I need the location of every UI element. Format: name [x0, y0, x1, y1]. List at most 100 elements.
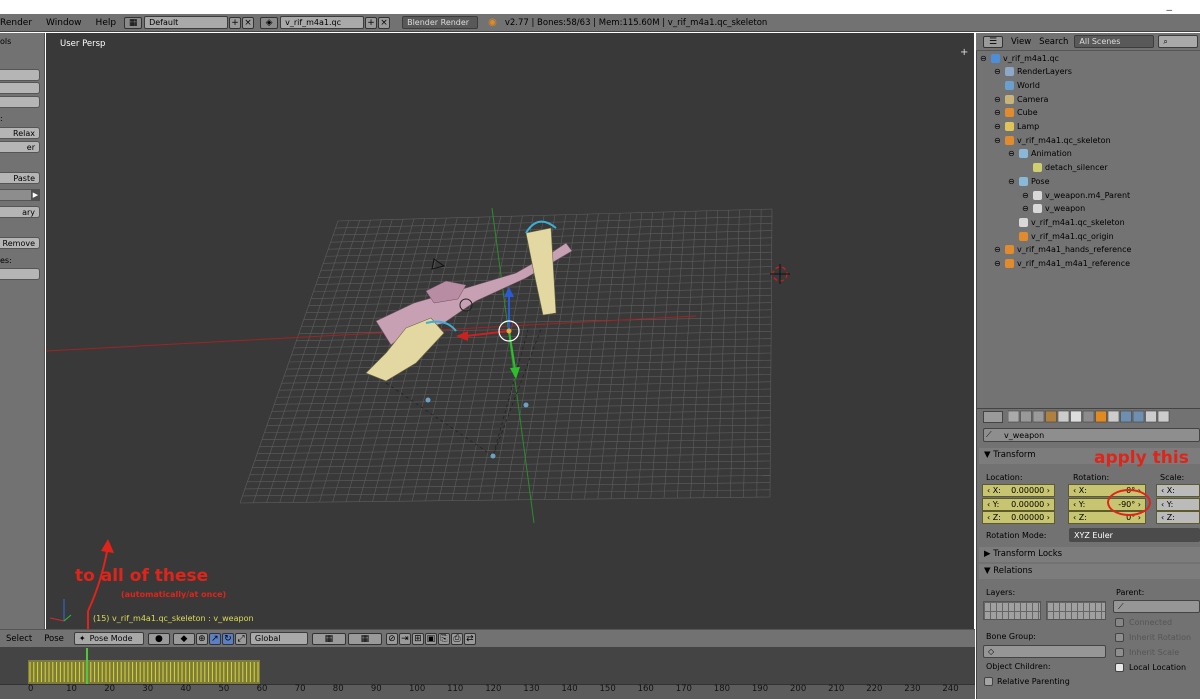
- expand-icon[interactable]: ⊖: [980, 54, 988, 63]
- location-y-field[interactable]: ‹ Y: 0.00000 ›: [982, 497, 1055, 511]
- paste-pose-icon[interactable]: ⎙: [450, 632, 463, 645]
- copy-pose-icon[interactable]: ⎘: [437, 632, 450, 645]
- orientation-select[interactable]: Global: [249, 632, 308, 645]
- timeline-tick: 210: [828, 684, 845, 694]
- relax-button[interactable]: Relax: [0, 127, 40, 139]
- shelf-button[interactable]: [0, 69, 40, 81]
- editor-type-icon[interactable]: [983, 411, 1003, 423]
- scale-icon[interactable]: ⤢: [234, 632, 247, 645]
- tool-shelf-tab[interactable]: ols: [0, 37, 11, 46]
- bone-layers-grid[interactable]: [983, 601, 1041, 620]
- move-icon[interactable]: ↗: [208, 632, 221, 645]
- paste-button[interactable]: Paste: [0, 172, 40, 184]
- viewport-plus-icon[interactable]: +: [960, 47, 968, 58]
- shading-icon[interactable]: ●: [147, 632, 170, 645]
- outliner-row[interactable]: ⊖ Lamp: [994, 121, 1039, 133]
- search-icon[interactable]: ⌕: [1158, 35, 1199, 48]
- expand-icon[interactable]: ⊖: [994, 67, 1002, 76]
- menu-search[interactable]: Search: [1039, 37, 1068, 47]
- rotate-icon[interactable]: ↻: [221, 632, 234, 645]
- layout-field[interactable]: Default: [144, 16, 229, 29]
- lock-icon[interactable]: ⊘: [385, 632, 398, 645]
- render-engine-select[interactable]: Blender Render: [402, 16, 479, 29]
- play-arrow-icon[interactable]: ▶: [31, 189, 40, 201]
- outliner-row[interactable]: ⊖ v_weapon.m4_Parent: [1022, 189, 1130, 201]
- bone-group-field[interactable]: ◇: [983, 645, 1106, 658]
- scale-y-field[interactable]: ‹ Y:: [1156, 497, 1200, 511]
- local-location-checkbox[interactable]: [1115, 663, 1124, 672]
- outliner-row[interactable]: World: [994, 79, 1040, 91]
- mode-select[interactable]: ✦ Pose Mode: [73, 632, 144, 645]
- expand-icon[interactable]: ⊖: [1022, 204, 1030, 213]
- outliner-row[interactable]: ⊖ RenderLayers: [994, 66, 1072, 78]
- expand-icon[interactable]: ⊖: [1008, 177, 1016, 186]
- expand-icon[interactable]: ⊖: [1022, 191, 1030, 200]
- minimize-icon[interactable]: _: [1167, 0, 1173, 11]
- shelf-button[interactable]: ary: [0, 206, 40, 218]
- outliner-row[interactable]: v_rif_m4a1.qc_origin: [1008, 230, 1114, 242]
- remove-button[interactable]: Remove: [0, 237, 40, 249]
- shelf-button[interactable]: er: [0, 141, 40, 153]
- inherit-rotation-checkbox[interactable]: [1115, 633, 1124, 642]
- 3d-viewport[interactable]: User Persp (15) v_rif_m4a1.qc_skeleton :…: [46, 33, 974, 629]
- menu-select[interactable]: Select: [0, 634, 38, 644]
- expand-icon[interactable]: ⊖: [994, 245, 1002, 254]
- menu-view[interactable]: View: [1011, 37, 1031, 47]
- display-mode-select[interactable]: All Scenes: [1074, 35, 1155, 48]
- outliner-row[interactable]: detach_silencer: [1022, 162, 1108, 174]
- outliner-row[interactable]: ⊖ v_rif_m4a1_m4a1_reference: [994, 258, 1130, 270]
- expand-icon[interactable]: ⊖: [994, 136, 1002, 145]
- expand-icon[interactable]: ⊖: [994, 122, 1002, 131]
- expand-icon[interactable]: ⊖: [1008, 149, 1016, 158]
- snap-target-icon[interactable]: ⊞: [411, 632, 424, 645]
- remove-layout-icon[interactable]: ×: [242, 16, 255, 29]
- outliner-row[interactable]: ⊖ v_rif_m4a1_hands_reference: [994, 244, 1131, 256]
- outliner-row[interactable]: ⊖ v_weapon: [1022, 203, 1085, 215]
- shelf-field[interactable]: [0, 268, 40, 280]
- scale-x-field[interactable]: ‹ X:: [1156, 484, 1200, 497]
- paste-flipped-icon[interactable]: ⇄: [463, 632, 476, 645]
- outliner-row[interactable]: ⊖ v_rif_m4a1.qc_skeleton: [994, 134, 1111, 146]
- menu-render[interactable]: Render: [0, 18, 39, 28]
- connected-checkbox[interactable]: [1115, 618, 1124, 627]
- shelf-button[interactable]: [0, 96, 40, 108]
- pivot-icon[interactable]: ◆: [172, 632, 195, 645]
- render-icon[interactable]: ▣: [424, 632, 437, 645]
- menu-help[interactable]: Help: [89, 18, 124, 28]
- outliner-row[interactable]: ⊖ Cube: [994, 107, 1038, 119]
- manipulator-icon[interactable]: ⊕: [195, 632, 208, 645]
- scale-label: Scale:: [1160, 473, 1185, 482]
- bone-name-field[interactable]: v_weapon: [983, 428, 1200, 442]
- expand-icon[interactable]: ⊖: [994, 95, 1002, 104]
- remove-scene-icon[interactable]: ×: [378, 16, 391, 29]
- location-z-field[interactable]: ‹ Z: 0.00000 ›: [982, 511, 1055, 524]
- scale-z-field[interactable]: ‹ Z:: [1156, 511, 1200, 524]
- rotation-mode-select[interactable]: XYZ Euler: [1069, 528, 1200, 542]
- bone-layers-grid[interactable]: [1046, 601, 1106, 620]
- expand-icon[interactable]: ⊖: [994, 259, 1002, 268]
- parent-field[interactable]: ⟋: [1113, 600, 1200, 613]
- menu-window[interactable]: Window: [39, 18, 89, 28]
- add-scene-icon[interactable]: +: [365, 16, 378, 29]
- outliner-row[interactable]: ⊖ v_rif_m4a1.qc: [980, 52, 1059, 64]
- scene-icon[interactable]: ◈: [260, 16, 279, 29]
- outliner-row[interactable]: ⊖ Camera: [994, 93, 1048, 105]
- snap-icon[interactable]: ⇥: [398, 632, 411, 645]
- relative-parenting-checkbox[interactable]: [984, 677, 993, 686]
- properties-tabs[interactable]: [1008, 410, 1200, 424]
- editor-type-icon[interactable]: ☰: [983, 35, 1003, 48]
- screen-layout-icon[interactable]: ▦: [124, 16, 143, 29]
- layers-icon[interactable]: ▦: [311, 632, 346, 645]
- menu-pose[interactable]: Pose: [38, 634, 70, 644]
- outliner-row[interactable]: ⊖ Animation: [1008, 148, 1072, 160]
- inherit-scale-checkbox[interactable]: [1115, 648, 1124, 657]
- current-frame-indicator[interactable]: [86, 648, 88, 684]
- outliner-row[interactable]: v_rif_m4a1.qc_skeleton: [1008, 216, 1125, 228]
- expand-icon[interactable]: ⊖: [994, 108, 1002, 117]
- outliner-row[interactable]: ⊖ Pose: [1008, 175, 1050, 187]
- shelf-button[interactable]: [0, 82, 40, 94]
- layers-icon[interactable]: ▦: [347, 632, 382, 645]
- scene-field[interactable]: v_rif_m4a1.qc: [280, 16, 365, 29]
- add-layout-icon[interactable]: +: [229, 16, 242, 29]
- location-x-field[interactable]: ‹ X: 0.00000 ›: [982, 484, 1055, 497]
